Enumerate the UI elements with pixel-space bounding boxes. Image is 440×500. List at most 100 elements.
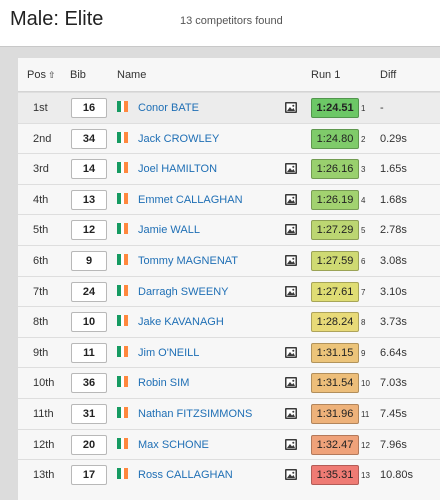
table-row[interactable]: 3rd 14 Joel HAMILTON 1:26.16 3 1.65s bbox=[18, 153, 440, 185]
table-row[interactable]: 10th 36 Robin SIM 1:31.54 10 7.03s bbox=[18, 367, 440, 399]
video-icon[interactable] bbox=[285, 102, 297, 113]
competitor-name-link[interactable]: Darragh SWEENY bbox=[138, 286, 228, 298]
competitor-name-link[interactable]: Nathan FITZSIMMONS bbox=[138, 408, 252, 420]
table-row[interactable]: 5th 12 Jamie WALL 1:27.29 5 2.78s bbox=[18, 214, 440, 246]
run-time: 1:26.19 bbox=[311, 189, 359, 210]
video-icon[interactable] bbox=[285, 408, 297, 419]
position: 2nd bbox=[33, 132, 52, 145]
bib-number: 24 bbox=[71, 281, 107, 302]
ireland-flag-icon bbox=[117, 468, 129, 480]
run-rank: 11 bbox=[361, 410, 370, 419]
position: 12th bbox=[33, 438, 55, 451]
run-rank: 5 bbox=[361, 226, 366, 236]
video-icon[interactable] bbox=[285, 377, 297, 389]
table-row[interactable]: 2nd 34 Jack CROWLEY 1:24.80 2 0.29s bbox=[18, 122, 440, 155]
run-time: 1:31.96 bbox=[311, 404, 359, 424]
results-table: Pos ⇧ Bib Name Run 1 Diff 1st 16 Conor BATE… bbox=[18, 58, 440, 500]
table-row[interactable]: 9th 11 Jim O'NEILL 1:31.15 9 6.64s bbox=[18, 336, 440, 369]
competitor-name-link[interactable]: Tommy MAGNENAT bbox=[138, 255, 238, 267]
column-header-name[interactable]: Name bbox=[117, 69, 146, 81]
bib-number: 36 bbox=[71, 373, 107, 394]
time-diff: 6.64s bbox=[380, 346, 407, 359]
run-time: 1:35.31 bbox=[311, 465, 359, 486]
ireland-flag-icon bbox=[117, 315, 129, 327]
time-diff: 1.65s bbox=[380, 163, 407, 176]
column-header-run[interactable]: Run 1 bbox=[311, 69, 340, 81]
time-diff: 10.80s bbox=[380, 469, 414, 482]
competitor-name-link[interactable]: Jim O'NEILL bbox=[138, 347, 199, 359]
video-icon[interactable] bbox=[285, 285, 297, 297]
competitor-name-link[interactable]: Joel HAMILTON bbox=[138, 163, 217, 175]
position: 13th bbox=[33, 469, 55, 482]
competitor-name-link[interactable]: Robin SIM bbox=[138, 377, 189, 389]
run-rank: 6 bbox=[361, 257, 366, 266]
competitor-name-link[interactable]: Conor BATE bbox=[138, 102, 199, 114]
position: 9th bbox=[33, 346, 49, 359]
column-header-pos[interactable]: Pos ⇧ bbox=[27, 69, 56, 81]
competitor-name-link[interactable]: Jake KAVANAGH bbox=[138, 316, 224, 328]
bib-number: 31 bbox=[71, 404, 107, 424]
run-time: 1:24.80 bbox=[311, 128, 359, 149]
run-time: 1:28.24 bbox=[311, 312, 359, 333]
run-time: 1:24.51 bbox=[311, 98, 359, 118]
table-row[interactable]: 4th 13 Emmet CALLAGHAN 1:26.19 4 1.68s bbox=[18, 183, 440, 216]
video-icon[interactable] bbox=[285, 469, 297, 481]
table-row[interactable]: 8th 10 Jake KAVANAGH 1:28.24 8 3.73s bbox=[18, 306, 440, 338]
column-header-bib[interactable]: Bib bbox=[70, 69, 86, 81]
position: 7th bbox=[33, 285, 49, 298]
competitor-name-link[interactable]: Ross CALLAGHAN bbox=[138, 469, 233, 481]
video-icon[interactable] bbox=[285, 193, 297, 205]
ireland-flag-icon bbox=[117, 162, 129, 174]
time-diff: 3.10s bbox=[380, 285, 407, 298]
time-diff: 2.78s bbox=[380, 224, 407, 237]
competitor-name-link[interactable]: Jack CROWLEY bbox=[138, 133, 219, 145]
run-rank: 9 bbox=[361, 348, 366, 358]
position: 3rd bbox=[33, 163, 49, 176]
run-rank: 2 bbox=[361, 134, 366, 144]
position: 1st bbox=[33, 102, 48, 114]
position: 10th bbox=[33, 377, 55, 390]
video-icon[interactable] bbox=[285, 255, 297, 266]
bib-number: 12 bbox=[71, 220, 107, 241]
run-time: 1:31.15 bbox=[311, 342, 359, 363]
ireland-flag-icon bbox=[117, 223, 129, 235]
time-diff: 3.73s bbox=[380, 316, 407, 329]
column-header-pos-label: Pos bbox=[27, 69, 46, 81]
run-rank: 4 bbox=[361, 195, 366, 205]
table-row[interactable]: 11th 31 Nathan FITZSIMMONS 1:31.96 11 7.45s bbox=[18, 398, 440, 430]
page-title: Male: Elite bbox=[10, 8, 104, 30]
page-header: Male: Elite 13 competitors found bbox=[0, 0, 440, 47]
bib-number: 9 bbox=[71, 251, 107, 271]
time-diff: 3.08s bbox=[380, 255, 407, 267]
ireland-flag-icon bbox=[117, 376, 129, 388]
video-icon[interactable] bbox=[285, 163, 297, 175]
time-diff: 7.96s bbox=[380, 438, 407, 451]
position: 4th bbox=[33, 193, 49, 206]
ireland-flag-icon bbox=[117, 101, 129, 112]
run-rank: 7 bbox=[361, 287, 366, 297]
video-icon[interactable] bbox=[285, 224, 297, 236]
video-icon[interactable] bbox=[285, 346, 297, 358]
bib-number: 11 bbox=[71, 342, 107, 363]
ireland-flag-icon bbox=[117, 437, 129, 449]
run-time: 1:32.47 bbox=[311, 434, 359, 455]
time-diff: 7.03s bbox=[380, 377, 407, 390]
table-row[interactable]: 13th 17 Ross CALLAGHAN 1:35.31 13 10.80s bbox=[18, 459, 440, 491]
competitor-name-link[interactable]: Jamie WALL bbox=[138, 224, 200, 236]
ireland-flag-icon bbox=[117, 192, 129, 204]
bib-number: 20 bbox=[71, 434, 107, 455]
position: 5th bbox=[33, 224, 49, 237]
competitor-name-link[interactable]: Emmet CALLAGHAN bbox=[138, 194, 243, 206]
run-rank: 12 bbox=[361, 440, 370, 450]
table-row[interactable]: 12th 20 Max SCHONE 1:32.47 12 7.96s bbox=[18, 428, 440, 461]
video-icon[interactable] bbox=[285, 438, 297, 450]
table-row[interactable]: 7th 24 Darragh SWEENY 1:27.61 7 3.10s bbox=[18, 275, 440, 308]
ireland-flag-icon bbox=[117, 345, 129, 357]
competitor-name-link[interactable]: Max SCHONE bbox=[138, 439, 209, 451]
competitor-count: 13 competitors found bbox=[180, 15, 283, 27]
column-header-diff[interactable]: Diff bbox=[380, 69, 396, 81]
table-row[interactable]: 1st 16 Conor BATE 1:24.51 1 - bbox=[18, 92, 440, 124]
table-row[interactable]: 6th 9 Tommy MAGNENAT 1:27.59 6 3.08s bbox=[18, 245, 440, 277]
time-diff: - bbox=[380, 102, 384, 114]
run-time: 1:27.29 bbox=[311, 220, 359, 241]
